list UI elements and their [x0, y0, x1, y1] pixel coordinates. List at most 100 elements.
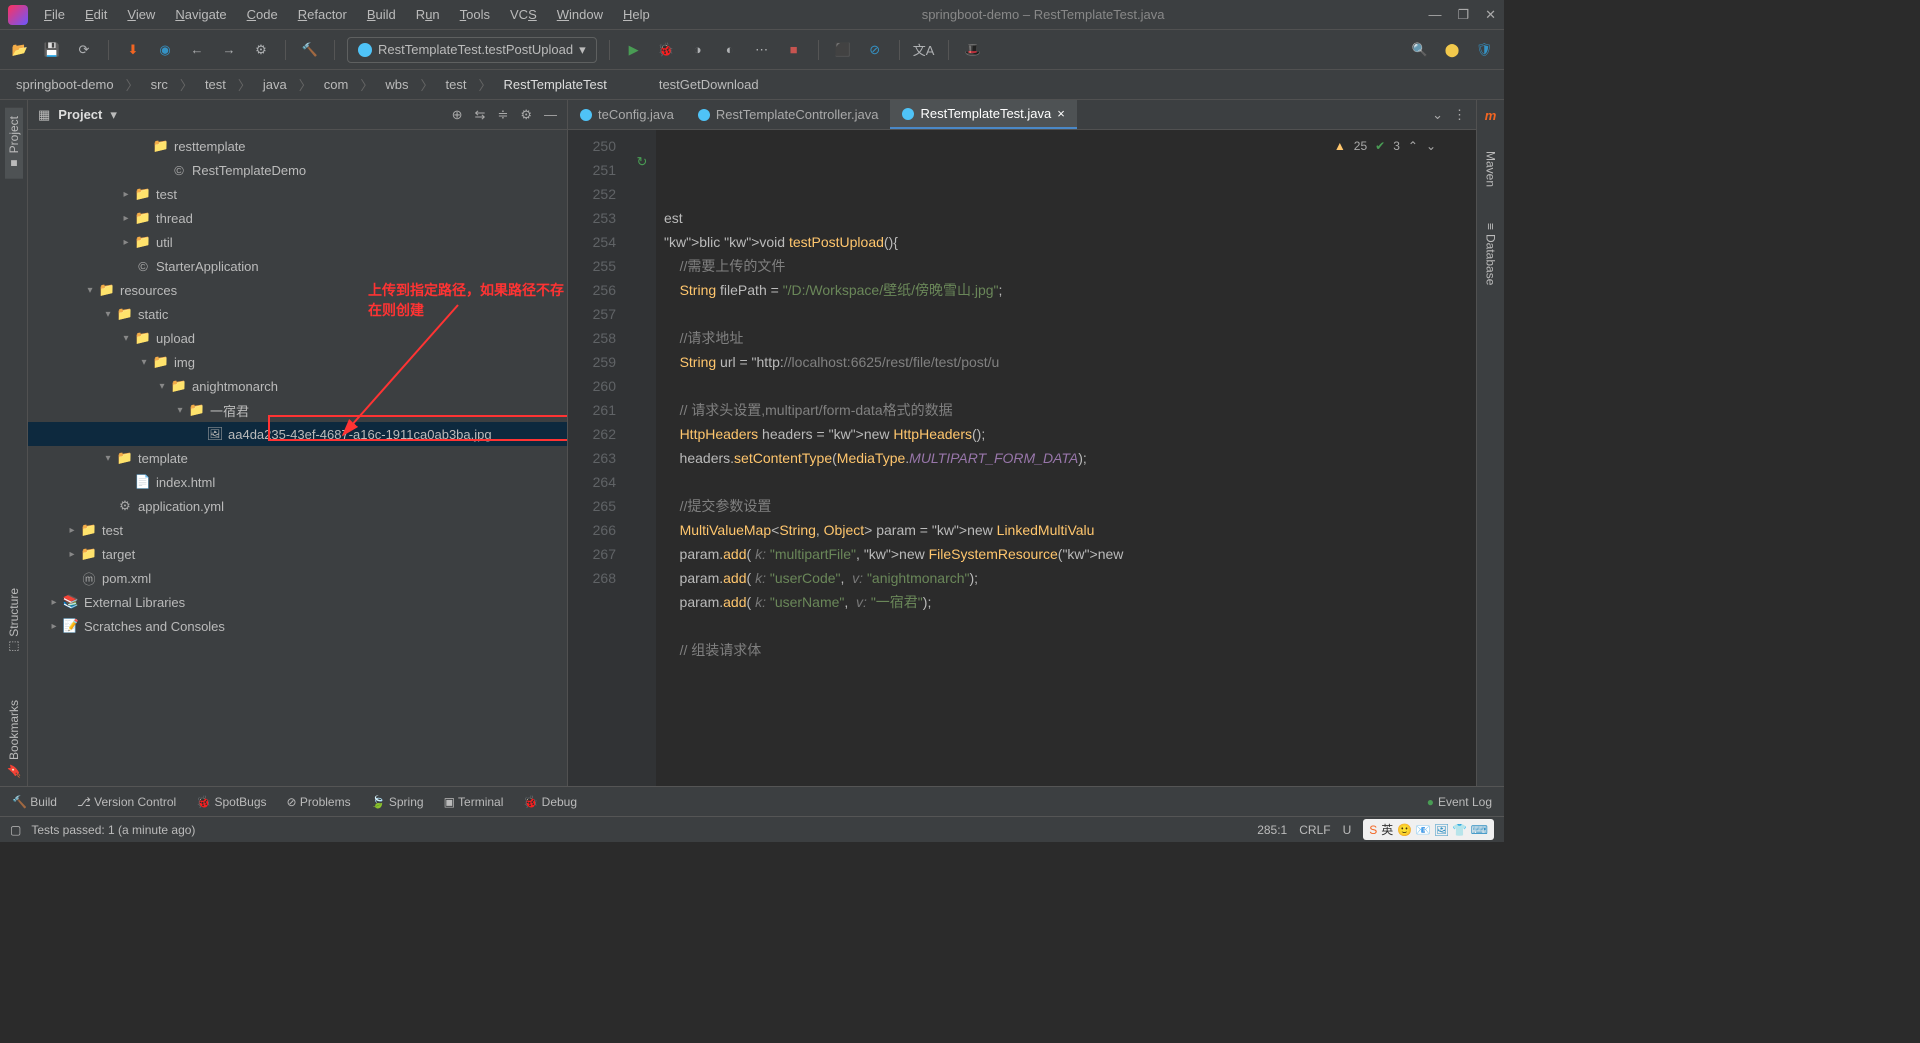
menu-code[interactable]: Code: [239, 5, 286, 24]
forward-icon[interactable]: →: [217, 38, 241, 62]
crumb-0[interactable]: springboot-demo: [8, 75, 122, 94]
notif-icon[interactable]: ⬤: [1440, 38, 1464, 62]
tree-node[interactable]: ▾📁template: [28, 446, 567, 470]
sync-icon[interactable]: ⟳: [72, 38, 96, 62]
run-button[interactable]: ▶: [622, 38, 646, 62]
down-icon[interactable]: ⌄: [1426, 134, 1436, 158]
tree-node[interactable]: ▾📁一宿君: [28, 398, 567, 422]
tree-node[interactable]: ▸📝Scratches and Consoles: [28, 614, 567, 638]
encoding[interactable]: U: [1343, 823, 1352, 837]
search-icon[interactable]: 🔍: [1408, 38, 1432, 62]
tab-controller[interactable]: RestTemplateController.java: [686, 100, 891, 129]
menu-run[interactable]: Run: [408, 5, 448, 24]
event-log-tab[interactable]: Event Log: [1427, 795, 1492, 809]
close-tab-icon[interactable]: ×: [1057, 106, 1065, 121]
crumb-2[interactable]: test: [197, 75, 234, 94]
target-icon[interactable]: ⊕: [452, 107, 463, 123]
maven-tool-tab[interactable]: Maven: [1482, 143, 1500, 195]
settings-icon[interactable]: ⚙: [249, 38, 273, 62]
crumb-5[interactable]: wbs: [377, 75, 416, 94]
tree-node[interactable]: 📄index.html: [28, 470, 567, 494]
spring-tab[interactable]: 🍃 Spring: [371, 795, 424, 809]
tree-node[interactable]: ⚙application.yml: [28, 494, 567, 518]
collapse-icon[interactable]: ≑: [497, 107, 508, 123]
tree-node[interactable]: ▸📁test: [28, 182, 567, 206]
tree-node[interactable]: ▸📁target: [28, 542, 567, 566]
tree-node[interactable]: ▸📁test: [28, 518, 567, 542]
profile-button[interactable]: ◐: [718, 38, 742, 62]
menu-edit[interactable]: Edit: [77, 5, 115, 24]
menu-window[interactable]: Window: [549, 5, 611, 24]
structure-tool-tab[interactable]: ⬚ Structure: [5, 580, 23, 662]
code-editor[interactable]: ▲25 ✔3 ⌃ ⌄ est"kw">blic "kw">void testPo…: [656, 130, 1476, 786]
more-run-button[interactable]: ⋯: [750, 38, 774, 62]
hammer-icon[interactable]: 🔨: [298, 38, 322, 62]
tree-node[interactable]: ⓜpom.xml: [28, 566, 567, 590]
expand-icon[interactable]: ⇆: [475, 107, 486, 123]
inspection-summary[interactable]: ▲25 ✔3 ⌃ ⌄: [1334, 134, 1436, 158]
save-icon[interactable]: 💾: [40, 38, 64, 62]
line-sep[interactable]: CRLF: [1299, 823, 1330, 837]
crumb-6[interactable]: test: [438, 75, 475, 94]
jrebel-icon[interactable]: ⬛: [831, 38, 855, 62]
translate-icon[interactable]: 文A: [912, 38, 936, 62]
debug-button[interactable]: 🐞: [654, 38, 678, 62]
coverage-button[interactable]: ◑: [686, 38, 710, 62]
shield-icon[interactable]: 🛡: [1472, 38, 1496, 62]
menu-tools[interactable]: Tools: [452, 5, 498, 24]
gear-icon[interactable]: ⚙: [520, 107, 532, 123]
database-tool-tab[interactable]: ≡ Database: [1482, 215, 1500, 293]
vcs-tab[interactable]: ⎇ Version Control: [77, 795, 176, 809]
crumb-4[interactable]: com: [316, 75, 357, 94]
project-tool-tab[interactable]: ■ Project: [5, 108, 23, 179]
maven-icon[interactable]: m: [1485, 108, 1497, 123]
tree-node[interactable]: ©RestTemplateDemo: [28, 158, 567, 182]
status-icon[interactable]: ▢: [10, 823, 21, 837]
tree-node[interactable]: ▾📁anightmonarch: [28, 374, 567, 398]
tree-node[interactable]: ©StarterApplication: [28, 254, 567, 278]
menu-build[interactable]: Build: [359, 5, 404, 24]
ime-widget[interactable]: S 英 🙂 📧 🖼 👕 ⌨: [1363, 819, 1494, 840]
menu-vcs[interactable]: VCS: [502, 5, 545, 24]
hide-icon[interactable]: —: [544, 107, 557, 123]
build-tab[interactable]: 🔨 Build: [12, 795, 57, 809]
crumb-7[interactable]: RestTemplateTest: [496, 75, 615, 94]
problems-tab[interactable]: ⊘ Problems: [287, 795, 351, 809]
tree-node[interactable]: ▾📁resources: [28, 278, 567, 302]
maximize-button[interactable]: ❐: [1457, 7, 1469, 23]
stop-button[interactable]: ■: [782, 38, 806, 62]
debug-tab[interactable]: 🐞 Debug: [523, 795, 577, 809]
menu-refactor[interactable]: Refactor: [290, 5, 355, 24]
menu-navigate[interactable]: Navigate: [167, 5, 234, 24]
tree-node[interactable]: 🖼aa4da235-43ef-4687-a16c-1911ca0ab3ba.jp…: [28, 422, 567, 446]
run-config-selector[interactable]: RestTemplateTest.testPostUpload ▾: [347, 37, 597, 63]
tree-node[interactable]: ▾📁static: [28, 302, 567, 326]
block-icon[interactable]: ⊘: [863, 38, 887, 62]
tree-node[interactable]: ▸📁util: [28, 230, 567, 254]
menu-file[interactable]: File: [36, 5, 73, 24]
vcs-icon[interactable]: ⬇: [121, 38, 145, 62]
tab-test[interactable]: RestTemplateTest.java ×: [890, 100, 1076, 129]
spotbugs-tab[interactable]: 🐞 SpotBugs: [196, 795, 266, 809]
tree-node[interactable]: ▾📁upload: [28, 326, 567, 350]
bookmarks-tool-tab[interactable]: 🔖 Bookmarks: [5, 692, 23, 786]
tab-dropdown-icon[interactable]: ⌄: [1432, 107, 1443, 123]
terminal-tab[interactable]: ▣ Terminal: [444, 795, 504, 809]
tree-node[interactable]: ▸📚External Libraries: [28, 590, 567, 614]
commit-icon[interactable]: ◉: [153, 38, 177, 62]
back-icon[interactable]: ←: [185, 38, 209, 62]
tab-config[interactable]: teConfig.java: [568, 100, 686, 129]
tab-more-icon[interactable]: ⋮: [1453, 107, 1466, 123]
crumb-3[interactable]: java: [255, 75, 295, 94]
up-icon[interactable]: ⌃: [1408, 134, 1418, 158]
close-button[interactable]: ✕: [1485, 7, 1496, 23]
tree-node[interactable]: ▸📁thread: [28, 206, 567, 230]
crumb-1[interactable]: src: [143, 75, 176, 94]
caret-pos[interactable]: 285:1: [1257, 823, 1287, 837]
project-tree[interactable]: 📁resttemplate©RestTemplateDemo▸📁test▸📁th…: [28, 130, 567, 786]
minimize-button[interactable]: —: [1428, 7, 1441, 23]
menu-view[interactable]: View: [119, 5, 163, 24]
crumb-method[interactable]: testGetDownload: [659, 77, 759, 92]
tree-node[interactable]: 📁resttemplate: [28, 134, 567, 158]
tree-node[interactable]: ▾📁img: [28, 350, 567, 374]
